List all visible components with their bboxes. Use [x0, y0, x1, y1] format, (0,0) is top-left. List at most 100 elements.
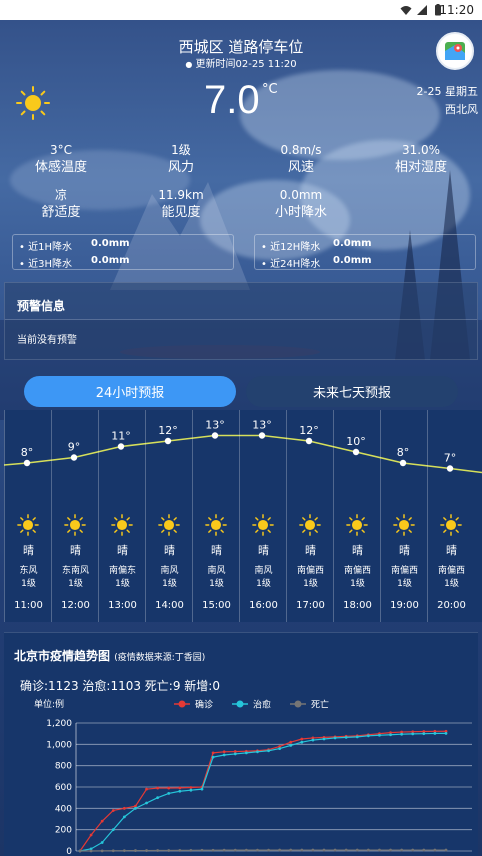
svg-text:治愈: 治愈 [253, 699, 271, 711]
series-line [79, 732, 447, 852]
hourly-wind: 南偏西 1级 [296, 566, 324, 589]
tab-24h-forecast[interactable]: 24小时预报 [24, 376, 236, 407]
hourly-condition: 晴 [258, 544, 269, 557]
stat-wind-force: 1级 风力 [167, 143, 194, 175]
hourly-condition: 晴 [305, 544, 316, 557]
data-point [333, 736, 337, 740]
data-point [289, 740, 293, 744]
hourly-time: 12:00 [61, 600, 90, 611]
stat-feels-like: 3°C 体感温度 [34, 143, 87, 175]
data-point [267, 848, 270, 852]
data-point [89, 833, 93, 837]
legend-item: 治愈 [232, 699, 271, 711]
data-point [411, 732, 415, 736]
map-icon [445, 42, 465, 60]
update-time: ● 更新时间02-25 11:20 [185, 59, 297, 70]
data-point [433, 732, 437, 735]
date-label: 2-25 星期五 [416, 85, 478, 98]
data-point [300, 737, 304, 741]
data-point [366, 734, 370, 738]
legend-item: 死亡 [290, 699, 329, 711]
hourly-condition: 晴 [23, 544, 34, 557]
data-point [134, 849, 137, 852]
data-point [167, 786, 171, 790]
data-point [311, 848, 315, 852]
y-tick-label: 0 [66, 847, 72, 856]
data-point [300, 740, 304, 744]
hourly-item: 晴南偏西 1级 19:00 [380, 410, 427, 622]
data-point [156, 849, 160, 852]
data-point [122, 806, 126, 810]
data-point [111, 828, 115, 832]
hourly-condition: 晴 [164, 544, 175, 557]
hourly-item: 晴东风 1级 11:00 [4, 410, 51, 622]
y-axis-label: 单位:例 [34, 698, 64, 710]
data-point [189, 786, 193, 789]
hourly-item: 晴南偏东 1级 13:00 [98, 410, 145, 622]
hourly-item: 晴南偏西 1级 18:00 [333, 410, 380, 622]
legend-item: 确诊 [174, 699, 213, 711]
hourly-item: 晴南风 1级 14:00 [145, 410, 192, 622]
y-tick-label: 600 [55, 783, 72, 793]
map-button[interactable] [436, 32, 474, 70]
sun-icon [158, 514, 180, 540]
sun-icon [17, 514, 39, 540]
data-point [111, 809, 115, 812]
data-point [389, 733, 392, 737]
stat-wind-speed: 0.8m/s 风速 [280, 143, 322, 175]
hourly-wind: 南偏西 1级 [390, 566, 418, 589]
wind-direction: 西北风 [445, 103, 478, 116]
data-point [300, 848, 304, 852]
epidemic-summary: 确诊:1123 治愈:1103 死亡:9 新增:0 [20, 679, 220, 693]
tab-7day-forecast[interactable]: 未来七天预报 [246, 376, 458, 407]
epidemic-title: 北京市疫情趋势图 (疫情数据来源:丁香园) [14, 649, 206, 663]
temperature-unit: °C [262, 82, 278, 97]
data-point [200, 787, 204, 791]
hourly-condition: 晴 [211, 544, 222, 557]
hourly-time: 11:00 [14, 600, 43, 611]
data-point [200, 848, 204, 852]
data-point [122, 815, 126, 819]
data-point [178, 848, 182, 852]
data-point [211, 751, 215, 755]
data-point [122, 849, 126, 853]
hourly-condition: 晴 [117, 544, 128, 557]
hourly-wind: 东南风 1级 [61, 566, 89, 589]
y-tick-label: 1,000 [46, 740, 72, 750]
wifi-icon [400, 6, 412, 15]
stat-hourly-precip: 0.0mm 小时降水 [274, 188, 327, 220]
data-point [433, 848, 437, 852]
data-point [189, 788, 193, 792]
data-point [422, 732, 426, 736]
data-point [89, 849, 93, 853]
hourly-wind: 南偏西 1级 [343, 566, 371, 589]
y-tick-label: 800 [55, 762, 72, 772]
data-point [222, 750, 226, 754]
hourly-forecast[interactable]: 8° 9° 11° 12° 13° 13° 12° 10° 8° 7° 晴东风 1级 11:00 晴东南… [4, 410, 482, 622]
hourly-item: 晴东南风 1级 12:00 [51, 410, 98, 622]
data-point [444, 848, 448, 852]
warning-title: 预警信息 [17, 299, 66, 313]
y-tick-label: 1,200 [46, 719, 72, 729]
data-point [100, 849, 104, 853]
data-point [244, 751, 248, 755]
data-point [344, 848, 348, 852]
hourly-wind: 东风 1级 [19, 566, 38, 589]
data-point [145, 787, 148, 791]
current-temperature: 7.0 [204, 78, 260, 122]
data-point [167, 792, 171, 795]
hourly-item: 晴南风 1级 15:00 [192, 410, 239, 622]
data-point [400, 848, 404, 852]
stat-visibility: 11.9km 能见度 [158, 188, 204, 220]
data-point [233, 752, 237, 756]
data-point [256, 750, 259, 754]
data-point [233, 848, 237, 852]
sun-icon [299, 514, 321, 540]
data-point [211, 848, 215, 852]
sun-icon [252, 514, 274, 540]
data-point [400, 732, 404, 736]
status-bar: 11:20 [0, 0, 482, 20]
data-point [134, 806, 137, 810]
data-point [189, 848, 193, 852]
hourly-wind: 南风 1级 [254, 566, 273, 589]
